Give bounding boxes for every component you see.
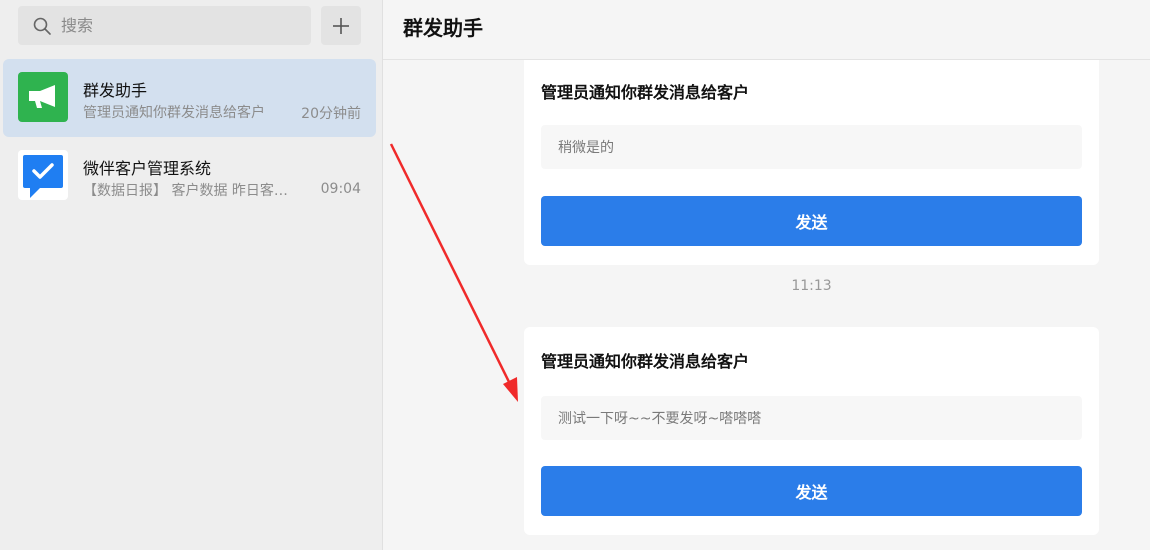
checkmark-chat-icon [23, 155, 63, 198]
conversation-preview: 管理员通知你群发消息给客户 [83, 105, 265, 121]
conversation-time: 09:04 [320, 181, 361, 197]
megaphone-icon [29, 85, 55, 108]
send-button[interactable]: 发送 [541, 196, 1082, 246]
search-bar[interactable] [18, 6, 311, 45]
add-button[interactable] [321, 6, 361, 45]
message-card: 管理员通知你群发消息给客户 稍微是的 发送 [524, 60, 1099, 265]
conversation-preview: 【数据日报】 客户数据 昨日客户... [83, 183, 288, 199]
conversation-name: 群发助手 [83, 81, 148, 100]
avatar [18, 72, 68, 122]
conversation-sidebar: 群发助手 管理员通知你群发消息给客户 20分钟前 微伴客户管理系统 【数据日报】… [0, 0, 383, 550]
conversation-item-weiban-crm[interactable]: 微伴客户管理系统 【数据日报】 客户数据 昨日客户... 09:04 [3, 137, 376, 215]
conversation-time: 20分钟前 [301, 106, 361, 122]
chat-panel: 群发助手 管理员通知你群发消息给客户 稍微是的 发送 11:13 管理员通知你群… [383, 0, 1150, 550]
chat-header: 群发助手 [383, 0, 1150, 60]
message-content: 测试一下呀~~不要发呀~嗒嗒嗒 [558, 411, 762, 427]
message-content-box: 稍微是的 [541, 125, 1082, 169]
chat-title: 群发助手 [403, 16, 483, 40]
message-title: 管理员通知你群发消息给客户 [541, 83, 750, 102]
conversation-item-group-assistant[interactable]: 群发助手 管理员通知你群发消息给客户 20分钟前 [3, 59, 376, 137]
message-card: 管理员通知你群发消息给客户 测试一下呀~~不要发呀~嗒嗒嗒 发送 [524, 327, 1099, 535]
avatar [18, 150, 68, 200]
conversation-name: 微伴客户管理系统 [83, 159, 212, 178]
search-input[interactable] [61, 16, 281, 35]
message-content-box: 测试一下呀~~不要发呀~嗒嗒嗒 [541, 396, 1082, 440]
send-button[interactable]: 发送 [541, 466, 1082, 516]
search-icon [33, 17, 51, 35]
message-title: 管理员通知你群发消息给客户 [541, 352, 750, 371]
plus-icon [333, 17, 349, 34]
message-timestamp: 11:13 [791, 278, 832, 294]
message-content: 稍微是的 [558, 140, 614, 156]
